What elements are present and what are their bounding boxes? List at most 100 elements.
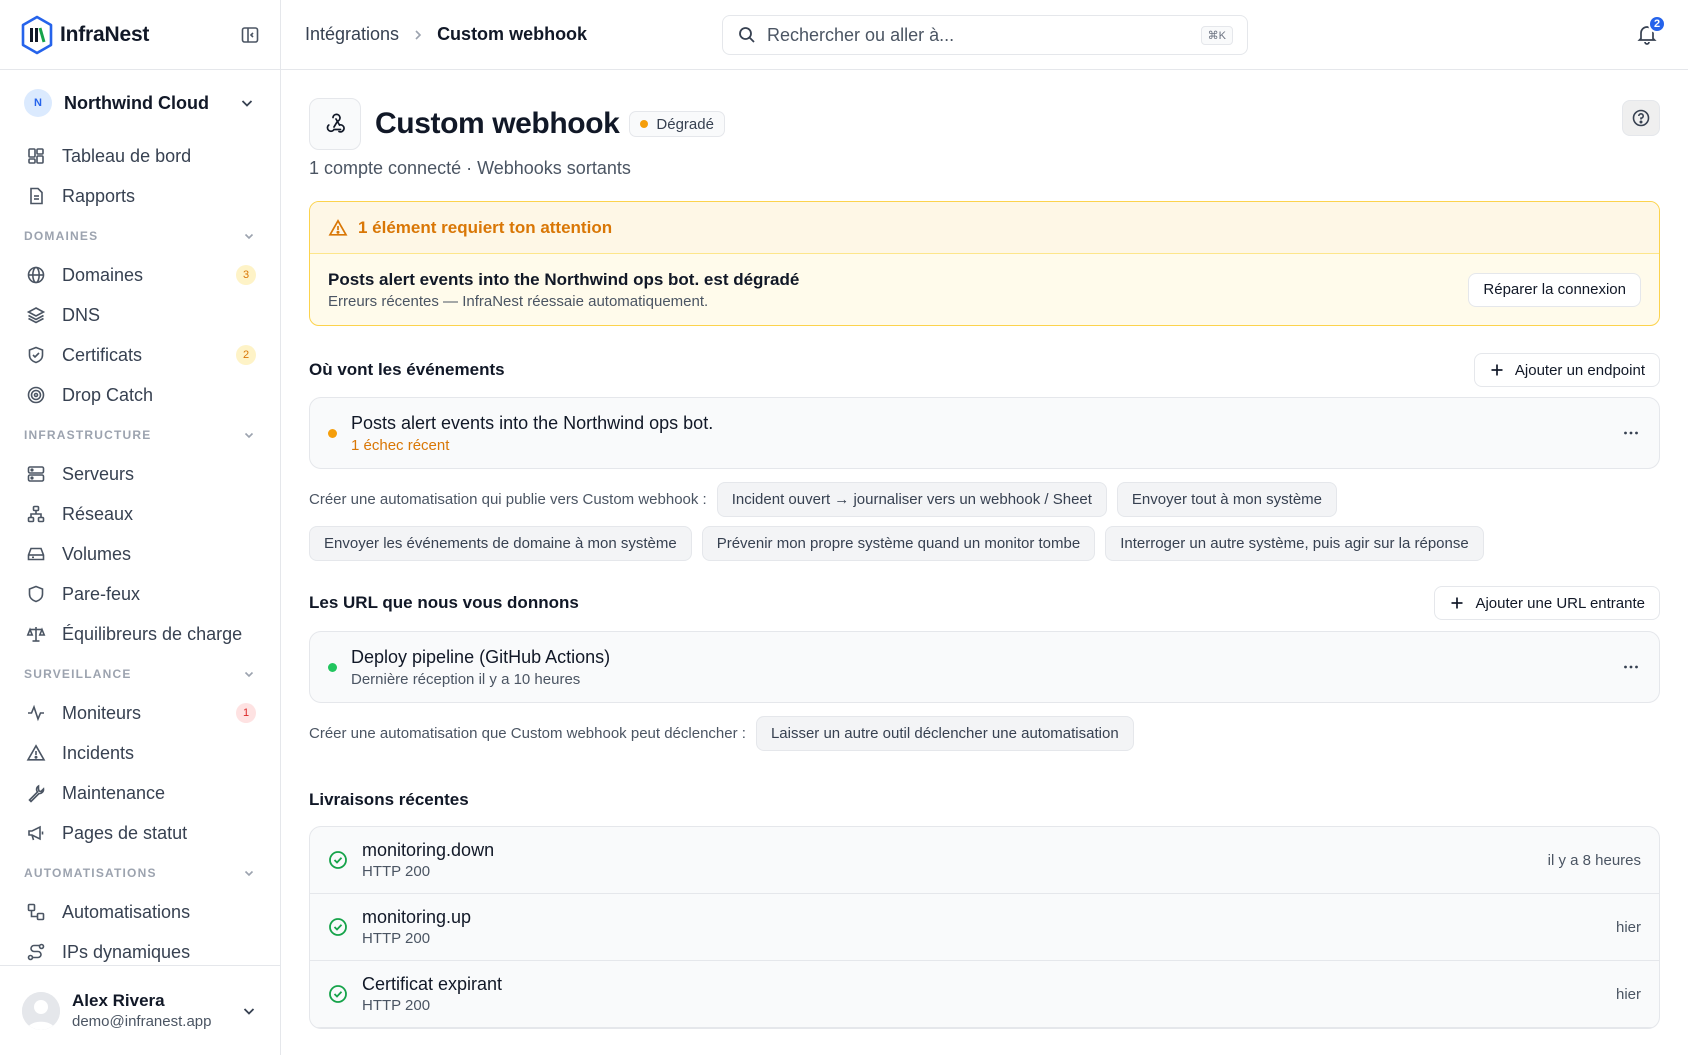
delivery-row[interactable]: Certificat expirant HTTP 200 hier xyxy=(310,961,1659,1028)
delivery-code: HTTP 200 xyxy=(362,930,431,947)
search-box[interactable]: ⌘K xyxy=(722,15,1248,55)
dashboard-icon xyxy=(28,148,44,164)
sidebar-toggle-icon[interactable] xyxy=(240,25,260,45)
more-icon[interactable] xyxy=(1621,423,1641,443)
wrench-icon xyxy=(28,784,45,803)
endpoint-name: Posts alert events into the Northwind op… xyxy=(351,412,714,433)
section-title: INFRASTRUCTURE xyxy=(24,427,152,442)
delivery-row[interactable]: monitoring.up HTTP 200 hier xyxy=(310,894,1659,961)
section-title: SURVEILLANCE xyxy=(24,666,132,681)
org-name: Northwind Cloud xyxy=(64,92,209,113)
breadcrumb-integrations[interactable]: Intégrations xyxy=(305,24,399,45)
sidebar-item-serveurs[interactable]: Serveurs xyxy=(0,454,280,494)
incoming-section-title: Les URL que nous vous donnons xyxy=(309,593,579,612)
user-menu[interactable]: Alex Rivera demo@infranest.app xyxy=(0,965,280,1055)
search-input[interactable] xyxy=(767,24,1201,46)
sidebar-item-label: Automatisations xyxy=(62,901,191,922)
sidebar-item-moniteurs[interactable]: Moniteurs 1 xyxy=(0,693,280,733)
sidebar-item-label: Pare-feux xyxy=(62,583,141,604)
status-badge: Dégradé xyxy=(629,111,725,137)
sidebar-item-label: Drop Catch xyxy=(62,384,154,405)
endpoint-status: 1 échec récent xyxy=(351,436,450,454)
section-domaines[interactable]: DOMAINES xyxy=(0,216,280,255)
org-switcher[interactable]: N Northwind Cloud xyxy=(0,70,280,136)
url-name: Deploy pipeline (GitHub Actions) xyxy=(351,646,611,667)
sidebar-item-drop-catch[interactable]: Drop Catch xyxy=(0,375,280,415)
sidebar-item-reseaux[interactable]: Réseaux xyxy=(0,494,280,534)
add-endpoint-button[interactable]: Ajouter un endpoint xyxy=(1473,353,1660,387)
sidebar-item-pages-de-statut[interactable]: Pages de statut xyxy=(0,813,280,853)
alert-body: Posts alert events into the Northwind op… xyxy=(310,254,1659,325)
sidebar-item-incidents[interactable]: Incidents xyxy=(0,733,280,773)
sidebar-item-domaines[interactable]: Domaines 3 xyxy=(0,255,280,295)
delivery-event: monitoring.up xyxy=(362,907,472,927)
chevron-down-icon xyxy=(244,671,254,677)
section-infrastructure[interactable]: INFRASTRUCTURE xyxy=(0,415,280,454)
add-incoming-url-button[interactable]: Ajouter une URL entrante xyxy=(1434,586,1660,620)
section-surveillance[interactable]: SURVEILLANCE xyxy=(0,654,280,693)
section-automatisations[interactable]: AUTOMATISATIONS xyxy=(0,853,280,892)
endpoint-status-dot xyxy=(328,428,337,438)
sidebar-item-label: Certificats xyxy=(62,344,143,365)
sidebar-item-label: DNS xyxy=(62,304,101,325)
sidebar-item-label: Équilibreurs de charge xyxy=(62,623,243,644)
sidebar-item-equilibreurs[interactable]: Équilibreurs de charge xyxy=(0,614,280,654)
sidebar-item-certificats[interactable]: Certificats 2 xyxy=(0,335,280,375)
avatar xyxy=(22,991,60,1030)
repair-connection-button[interactable]: Réparer la connexion xyxy=(1468,272,1641,307)
sidebar-item-volumes[interactable]: Volumes xyxy=(0,534,280,574)
sidebar-item-label: Maintenance xyxy=(62,782,166,803)
user-email: demo@infranest.app xyxy=(72,1013,212,1030)
add-endpoint-label: Ajouter un endpoint xyxy=(1514,361,1645,379)
warning-icon xyxy=(26,744,46,761)
alert-title: Posts alert events into the Northwind op… xyxy=(328,269,800,289)
count-badge: 2 xyxy=(236,345,256,365)
suggestion-chip[interactable]: Laisser un autre outil déclencher une au… xyxy=(755,716,1134,751)
suggestion-chip[interactable]: Envoyer tout à mon système xyxy=(1116,482,1338,517)
scale-icon xyxy=(26,627,46,642)
infranest-logo-icon xyxy=(21,15,53,54)
help-button[interactable] xyxy=(1622,100,1660,136)
more-icon[interactable] xyxy=(1621,657,1641,677)
sidebar-item-pare-feux[interactable]: Pare-feux xyxy=(0,574,280,614)
search-icon xyxy=(739,27,755,43)
sidebar: InfraNest N Northwind Cloud Tableau de b… xyxy=(0,0,281,1055)
sidebar-item-maintenance[interactable]: Maintenance xyxy=(0,773,280,813)
outgoing-automation-suggestions: Créer une automatisation qui publie vers… xyxy=(309,482,1660,561)
sidebar-item-dashboard[interactable]: Tableau de bord xyxy=(0,136,280,176)
deliveries-list: monitoring.down HTTP 200 il y a 8 heures… xyxy=(309,826,1660,1029)
delivery-event: Certificat expirant xyxy=(362,974,503,994)
sidebar-item-reports[interactable]: Rapports xyxy=(0,176,280,216)
incoming-section-header: Les URL que nous vous donnons Ajouter un… xyxy=(309,586,1660,620)
suggestion-chip[interactable]: Incident ouvert → journaliser vers un we… xyxy=(716,482,1107,517)
plus-icon xyxy=(1451,597,1463,609)
chevron-down-icon xyxy=(244,432,254,438)
chevron-down-icon xyxy=(244,233,254,239)
count-badge: 3 xyxy=(236,265,256,285)
section-title: DOMAINES xyxy=(24,228,99,243)
incoming-url-card[interactable]: Deploy pipeline (GitHub Actions) Dernièr… xyxy=(309,631,1660,703)
layers-icon xyxy=(26,307,46,324)
delivery-row[interactable]: monitoring.down HTTP 200 il y a 8 heures xyxy=(310,827,1659,894)
breadcrumb: Intégrations Custom webhook xyxy=(305,24,587,45)
page-title: Custom webhook xyxy=(375,107,620,140)
shield-icon xyxy=(28,585,44,603)
workflow-icon xyxy=(27,903,45,921)
suggestion-chip[interactable]: Interroger un autre système, puis agir s… xyxy=(1105,526,1484,561)
outgoing-section-header: Où vont les événements Ajouter un endpoi… xyxy=(309,353,1660,387)
user-name: Alex Rivera xyxy=(72,991,165,1010)
help-icon xyxy=(1632,109,1650,127)
sidebar-item-label: Serveurs xyxy=(62,463,135,484)
alert-heading: 1 élément requiert ton attention xyxy=(358,217,613,237)
endpoint-card[interactable]: Posts alert events into the Northwind op… xyxy=(309,397,1660,469)
count-badge: 1 xyxy=(236,703,256,723)
suggestion-chip[interactable]: Prévenir mon propre système quand un mon… xyxy=(701,526,1096,561)
sidebar-item-label: IPs dynamiques xyxy=(62,941,191,962)
suggestion-chip[interactable]: Envoyer les événements de domaine à mon … xyxy=(309,526,692,561)
check-circle-icon xyxy=(329,851,347,869)
delivery-code: HTTP 200 xyxy=(362,997,431,1014)
alert-header: 1 élément requiert ton attention xyxy=(310,202,1659,254)
sidebar-item-dns[interactable]: DNS xyxy=(0,295,280,335)
sidebar-item-automatisations[interactable]: Automatisations xyxy=(0,892,280,932)
check-circle-icon xyxy=(329,918,347,936)
